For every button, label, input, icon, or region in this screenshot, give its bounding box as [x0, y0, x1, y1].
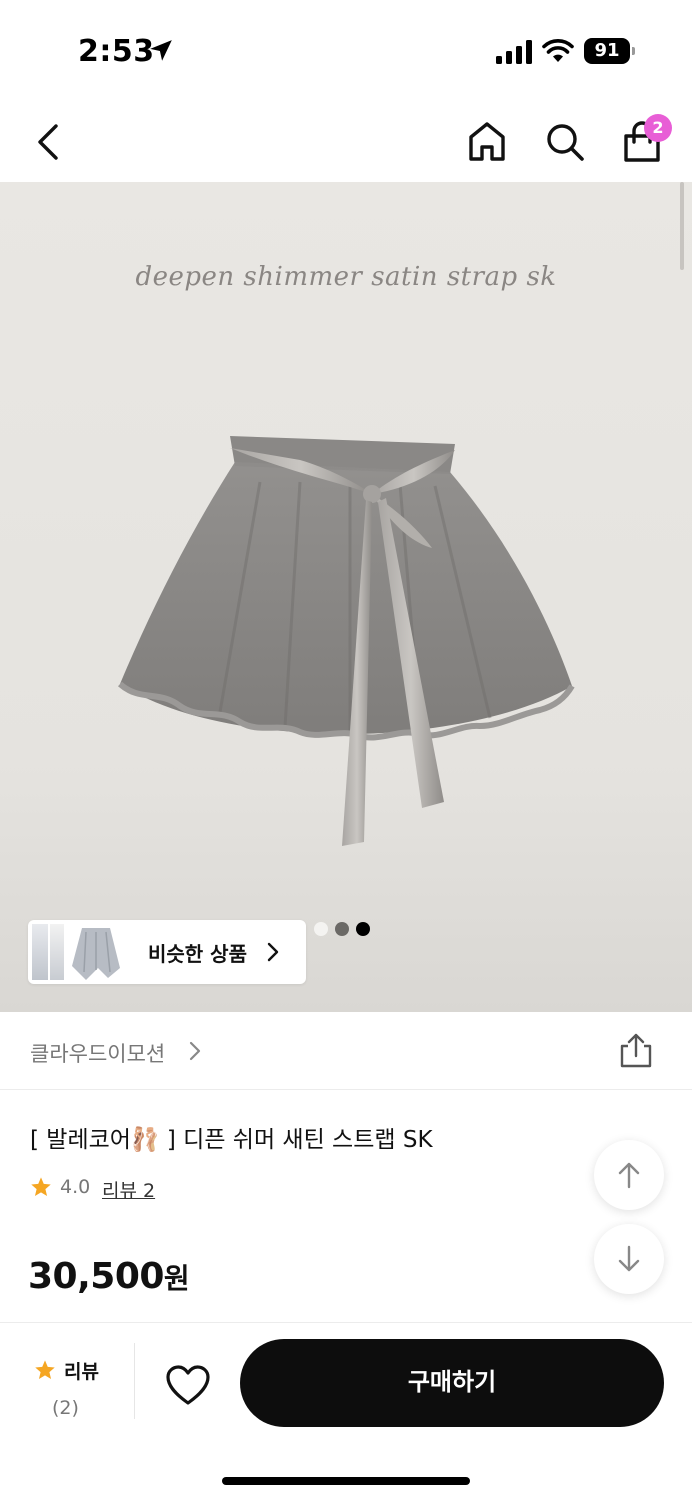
- shop-name-link[interactable]: 클라우드이모션: [30, 1038, 165, 1068]
- share-icon[interactable]: [618, 1032, 654, 1070]
- review-tab-button[interactable]: 리뷰 (2): [30, 1353, 110, 1423]
- carousel-dot[interactable]: [335, 922, 349, 936]
- price-amount: 30,500: [28, 1256, 164, 1297]
- home-icon[interactable]: [466, 120, 508, 164]
- scroll-indicator: [680, 182, 684, 270]
- similar-thumb-skirt: [72, 928, 120, 980]
- bottom-action-bar: 리뷰 (2) 구매하기: [0, 1322, 692, 1500]
- product-title: [ 발레코어🩰 ] 디픈 쉬머 새틴 스트랩 SK: [30, 1127, 433, 1153]
- chevron-right-icon[interactable]: [188, 1040, 202, 1062]
- review-count-link[interactable]: 리뷰 2: [102, 1176, 155, 1203]
- product-image-caption: deepen shimmer satin strap sk: [135, 262, 557, 292]
- star-icon: [35, 1360, 55, 1379]
- home-indicator: [222, 1477, 470, 1485]
- status-bar: 2:53 91: [0, 0, 692, 100]
- carousel-dot[interactable]: [314, 922, 328, 936]
- similar-products-button[interactable]: 비슷한 상품: [28, 920, 306, 984]
- review-label: 리뷰: [64, 1361, 99, 1383]
- shop-row: 클라우드이모션: [0, 1012, 692, 1090]
- search-icon[interactable]: [544, 120, 586, 164]
- heart-icon[interactable]: [164, 1363, 212, 1407]
- product-price: 30,500원: [28, 1256, 190, 1297]
- wifi-icon: [542, 39, 574, 62]
- similar-thumb-2: [50, 924, 64, 980]
- battery-indicator: 91: [584, 38, 636, 64]
- skirt-product-image: [117, 436, 575, 846]
- rating-value: 4.0: [60, 1176, 91, 1198]
- buy-button[interactable]: 구매하기: [240, 1339, 664, 1427]
- similar-thumb-1: [32, 924, 48, 980]
- cart-count-badge: 2: [644, 114, 672, 142]
- carousel-dots: [314, 922, 374, 938]
- arrow-up-icon: [618, 1162, 640, 1189]
- chevron-right-icon: [267, 942, 279, 962]
- review-count: (2): [52, 1397, 79, 1419]
- similar-products-label: 비슷한 상품: [148, 942, 247, 966]
- location-arrow-icon: [150, 40, 172, 61]
- divider: [134, 1343, 135, 1419]
- status-time: 2:53: [78, 34, 155, 69]
- battery-level: 91: [594, 40, 620, 61]
- back-arrow-icon[interactable]: [30, 122, 66, 162]
- top-nav-bar: [0, 100, 692, 182]
- scroll-to-bottom-button[interactable]: [594, 1224, 664, 1294]
- arrow-down-icon: [618, 1245, 640, 1272]
- carousel-dot-active[interactable]: [356, 922, 370, 936]
- price-unit: 원: [163, 1262, 190, 1295]
- scroll-to-top-button[interactable]: [594, 1140, 664, 1210]
- star-icon: [31, 1177, 51, 1196]
- product-image-carousel[interactable]: deepen shimmer satin strap sk 비슷한 상품: [0, 182, 692, 1012]
- rating-row: 4.0 리뷰 2: [30, 1174, 330, 1202]
- cellular-signal-icon: [496, 40, 532, 64]
